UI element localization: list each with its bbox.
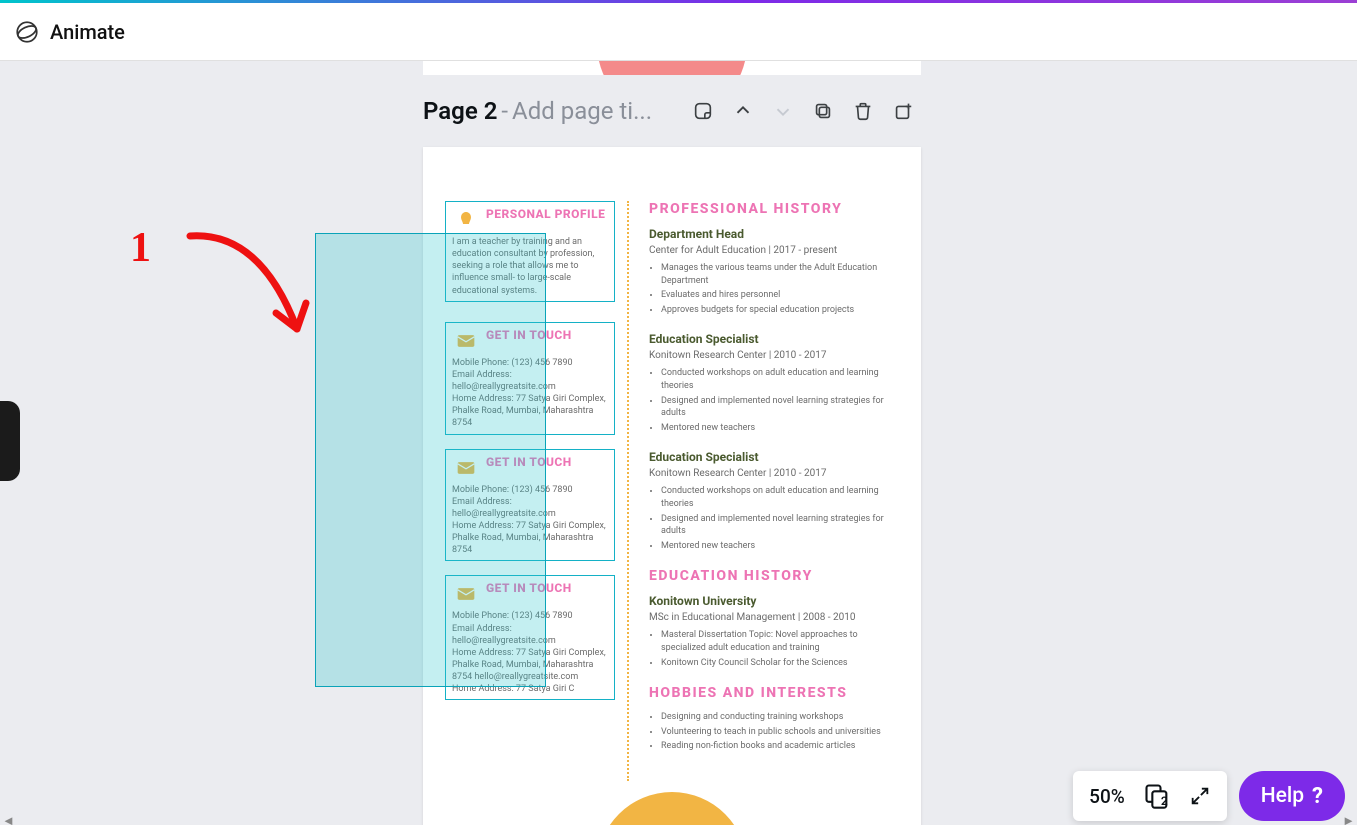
notes-button[interactable] (685, 93, 721, 129)
duplicate-page-button[interactable] (805, 93, 841, 129)
job2-title: Education Specialist (649, 332, 899, 346)
mail-icon (452, 456, 480, 480)
hscroll-right-arrow[interactable]: ► (1342, 813, 1355, 825)
delete-page-button[interactable] (845, 93, 881, 129)
canvas-area[interactable]: 1 Page 2 - Add page ti... (0, 61, 1357, 825)
bottom-controls: 50% 2 Help ? (1073, 771, 1345, 821)
annotation-number: 1 (130, 225, 151, 271)
profile-body: I am a teacher by training and an educat… (452, 236, 608, 297)
hscroll-left-arrow[interactable]: ◄ (2, 813, 15, 825)
job3-title: Education Specialist (649, 450, 899, 464)
resume-left-column: PERSONAL PROFILE I am a teacher by train… (445, 201, 615, 825)
hobbies-bullets: Designing and conducting training worksh… (649, 711, 899, 753)
contact-block-1[interactable]: GET IN TOUCH Mobile Phone: (123) 456 789… (445, 322, 615, 435)
help-button[interactable]: Help ? (1239, 771, 1345, 821)
edu-history-heading: EDUCATION HISTORY (649, 568, 899, 584)
mail-icon (452, 582, 480, 606)
job1-meta: Center for Adult Education | 2017 - pres… (649, 245, 899, 256)
page-grid-button[interactable]: 2 (1143, 782, 1171, 810)
contact1-title: GET IN TOUCH (486, 329, 572, 343)
page-title-input[interactable]: Add page ti... (512, 97, 652, 125)
page-header: Page 2 - Add page ti... (423, 75, 921, 147)
annotation-overlay: 1 (120, 221, 330, 405)
contact3-title: GET IN TOUCH (486, 582, 572, 596)
animate-button[interactable]: Animate (14, 19, 125, 45)
animate-icon (14, 19, 40, 45)
mail-icon (452, 329, 480, 353)
page-title-separator: - (501, 97, 508, 125)
side-panel-toggle[interactable] (0, 401, 20, 481)
job1-title: Department Head (649, 227, 899, 241)
profile-title: PERSONAL PROFILE (486, 208, 605, 222)
job2-bullets: Conducted workshops on adult education a… (649, 367, 899, 434)
page-number-label: Page 2 (423, 97, 497, 125)
resume-page-canvas[interactable]: PERSONAL PROFILE I am a teacher by train… (423, 147, 921, 825)
resume-right-column: PROFESSIONAL HISTORY Department Head Cen… (629, 201, 899, 825)
page-wrapper: Page 2 - Add page ti... (423, 61, 921, 825)
prof-history-heading: PROFESSIONAL HISTORY (649, 201, 899, 217)
contact-block-3[interactable]: GET IN TOUCH Mobile Phone: (123) 456 789… (445, 575, 615, 700)
edu-bullets: Masteral Dissertation Topic: Novel appro… (649, 629, 899, 669)
job3-meta: Konitown Research Center | 2010 - 2017 (649, 468, 899, 479)
animate-label: Animate (50, 20, 125, 44)
page-count-badge: 2 (1161, 794, 1168, 808)
help-label: Help (1261, 784, 1304, 808)
contact2-body: Mobile Phone: (123) 456 7890 Email Addre… (452, 484, 608, 557)
pink-arc-shape (597, 61, 747, 75)
profile-block[interactable]: PERSONAL PROFILE I am a teacher by train… (445, 201, 615, 302)
contact1-body: Mobile Phone: (123) 456 7890 Email Addre… (452, 357, 608, 430)
help-icon: ? (1312, 784, 1323, 809)
edu-school-title: Konitown University (649, 594, 899, 608)
edu-school-meta: MSc in Educational Management | 2008 - 2… (649, 612, 899, 623)
fullscreen-button[interactable] (1189, 785, 1211, 807)
job3-bullets: Conducted workshops on adult education a… (649, 485, 899, 552)
hobbies-heading: HOBBIES AND INTERESTS (649, 685, 899, 701)
profile-head-icon (452, 208, 480, 232)
zoom-level[interactable]: 50% (1089, 785, 1125, 808)
job2-meta: Konitown Research Center | 2010 - 2017 (649, 350, 899, 361)
job1-bullets: Manages the various teams under the Adul… (649, 262, 899, 316)
add-page-button[interactable] (885, 93, 921, 129)
toolbar: Animate (0, 3, 1357, 61)
previous-page-peek (423, 61, 921, 75)
move-page-up-button[interactable] (725, 93, 761, 129)
move-page-down-button[interactable] (765, 93, 801, 129)
zoom-panel: 50% 2 (1073, 771, 1227, 821)
contact3-body: Mobile Phone: (123) 456 7890 Email Addre… (452, 610, 608, 695)
contact2-title: GET IN TOUCH (486, 456, 572, 470)
contact-block-2[interactable]: GET IN TOUCH Mobile Phone: (123) 456 789… (445, 449, 615, 562)
